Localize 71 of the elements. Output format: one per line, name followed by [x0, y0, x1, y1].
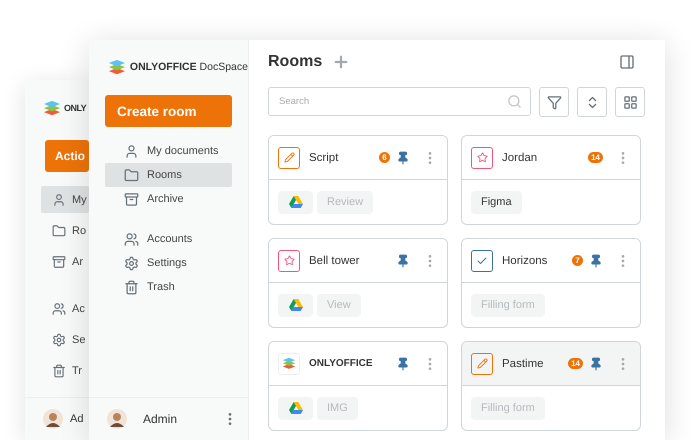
- logo-text: ONLYOFFICE DocSpace: [130, 61, 248, 73]
- nav-item[interactable]: Ar: [41, 248, 89, 275]
- logo-text: ONLY: [64, 103, 86, 113]
- archive-icon: [124, 192, 139, 206]
- nav-item[interactable]: Ro: [41, 217, 89, 244]
- room-name: Horizons: [502, 254, 548, 266]
- search-icon: [507, 94, 522, 109]
- room-name: Jordan: [502, 152, 538, 164]
- folder-icon: [124, 168, 139, 182]
- folder-icon: [52, 224, 66, 238]
- room-name: Bell tower: [309, 254, 360, 266]
- panel-icon[interactable]: [619, 54, 635, 70]
- nav-item[interactable]: Ac: [41, 295, 89, 322]
- user-name: Ad: [70, 413, 84, 425]
- cloud-drive-icon: [288, 299, 302, 311]
- layers-logo-icon: [282, 357, 296, 370]
- nav-item[interactable]: Rooms: [105, 163, 232, 187]
- settings-icon: [124, 256, 139, 270]
- people-icon: [124, 232, 139, 246]
- room-card[interactable]: ONLYOFFICE IMG: [268, 341, 448, 431]
- page-title: Rooms: [268, 53, 322, 71]
- room-card[interactable]: Horizons 7 Filling form: [461, 238, 641, 328]
- count-badge: 14: [568, 358, 583, 369]
- pin-icon[interactable]: [589, 356, 603, 370]
- nav-item[interactable]: Tr: [41, 357, 89, 384]
- nav-item[interactable]: Trash: [105, 275, 232, 299]
- room-card[interactable]: Jordan 14 Figma: [461, 135, 641, 225]
- cloud-drive-icon: [288, 402, 302, 414]
- count-badge: 7: [572, 255, 583, 266]
- person-icon: [124, 144, 139, 158]
- layers-logo-icon: [108, 58, 126, 76]
- room-card[interactable]: Bell tower View: [268, 238, 448, 328]
- nav-item[interactable]: Settings: [105, 251, 232, 275]
- search-input[interactable]: Search: [277, 95, 507, 108]
- pin-icon[interactable]: [396, 254, 410, 268]
- nav-item[interactable]: Accounts: [105, 227, 232, 251]
- grid-view-button[interactable]: [615, 87, 645, 117]
- room-card[interactable]: Script 6 Review: [268, 135, 448, 225]
- nav-item[interactable]: Archive: [105, 187, 232, 211]
- room-name: Pastime: [502, 358, 545, 370]
- avatar-icon: [43, 409, 63, 429]
- check-icon: [471, 250, 493, 272]
- settings-icon: [52, 332, 66, 346]
- room-card[interactable]: Pastime 14 Filling form: [461, 341, 641, 431]
- nav-item[interactable]: My documents: [105, 139, 232, 163]
- sort-button[interactable]: [577, 87, 607, 117]
- pin-icon[interactable]: [589, 254, 603, 268]
- user-name: Admin: [143, 412, 178, 426]
- person-icon: [52, 192, 66, 206]
- grid-icon: [622, 94, 638, 110]
- count-badge: 14: [588, 152, 603, 163]
- count-badge: 6: [379, 152, 390, 163]
- room-tag[interactable]: Figma: [471, 190, 522, 214]
- search-field[interactable]: Search: [268, 87, 531, 116]
- filter-icon: [546, 94, 562, 110]
- pencil-icon: [471, 352, 493, 374]
- room-name: Script: [309, 152, 340, 164]
- people-icon: [52, 302, 66, 316]
- cloud-drive-icon: [288, 196, 302, 208]
- room-name: ONLYOFFICE: [309, 358, 374, 369]
- layers-logo-icon: [43, 100, 61, 116]
- pin-icon[interactable]: [396, 356, 410, 370]
- avatar-icon: [107, 409, 127, 429]
- filter-button[interactable]: [539, 87, 569, 117]
- trash-icon: [52, 364, 66, 378]
- pencil-icon: [278, 146, 300, 168]
- nav-item[interactable]: My: [41, 186, 89, 213]
- archive-icon: [52, 254, 66, 268]
- nav-item[interactable]: Se: [41, 326, 89, 353]
- pin-icon[interactable]: [396, 150, 410, 164]
- trash-icon: [124, 280, 139, 294]
